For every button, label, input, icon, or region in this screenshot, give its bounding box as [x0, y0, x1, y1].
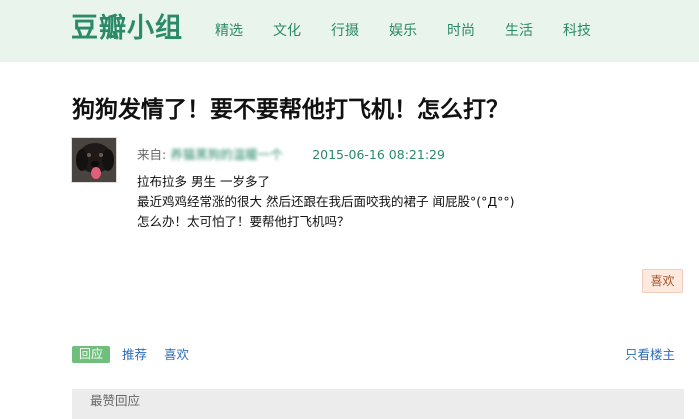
post-body-line: 最近鸡鸡经常涨的很大 然后还跟在我后面咬我的裙子 闻屁股°(°Д°°) [137, 194, 515, 209]
nav-item-life[interactable]: 生活 [505, 21, 533, 41]
like-button[interactable]: 喜欢 [642, 269, 683, 293]
from-label: 来自: [137, 147, 167, 162]
nav-item-entertainment[interactable]: 娱乐 [389, 21, 417, 41]
op-only-link[interactable]: 只看楼主 [625, 346, 675, 364]
site-header: 豆瓣小组 精选 文化 行摄 娱乐 时尚 生活 科技 [0, 0, 699, 62]
like-link[interactable]: 喜欢 [164, 346, 189, 364]
post-meta: 来自: 养猫黑狗的温暖一个 2015-06-16 08:21:29 [137, 146, 445, 164]
author-link[interactable]: 养猫黑狗的温暖一个 [170, 146, 296, 164]
nav-item-photography[interactable]: 行摄 [331, 21, 359, 41]
site-logo[interactable]: 豆瓣小组 [71, 12, 183, 46]
section-title: 最赞回应 [90, 393, 141, 408]
reply-button[interactable]: 回应 [72, 346, 110, 363]
post-body-line: 怎么办！太可怕了！要帮他打飞机吗？ [137, 214, 350, 229]
post-body-line: 拉布拉多 男生 一岁多了 [137, 174, 270, 189]
nav-item-featured[interactable]: 精选 [215, 21, 243, 41]
recommend-link[interactable]: 推荐 [122, 346, 147, 364]
top-replies-header: 最赞回应 [72, 389, 684, 419]
post-title: 狗狗发情了！要不要帮他打飞机！怎么打？ [72, 97, 509, 123]
post-timestamp: 2015-06-16 08:21:29 [312, 147, 445, 162]
dog-avatar-icon [72, 138, 116, 182]
nav-item-tech[interactable]: 科技 [563, 21, 591, 41]
post-body: 拉布拉多 男生 一岁多了 最近鸡鸡经常涨的很大 然后还跟在我后面咬我的裙子 闻屁… [137, 172, 657, 232]
nav-item-fashion[interactable]: 时尚 [447, 21, 475, 41]
author-avatar[interactable] [71, 137, 117, 183]
nav-item-culture[interactable]: 文化 [273, 21, 301, 41]
